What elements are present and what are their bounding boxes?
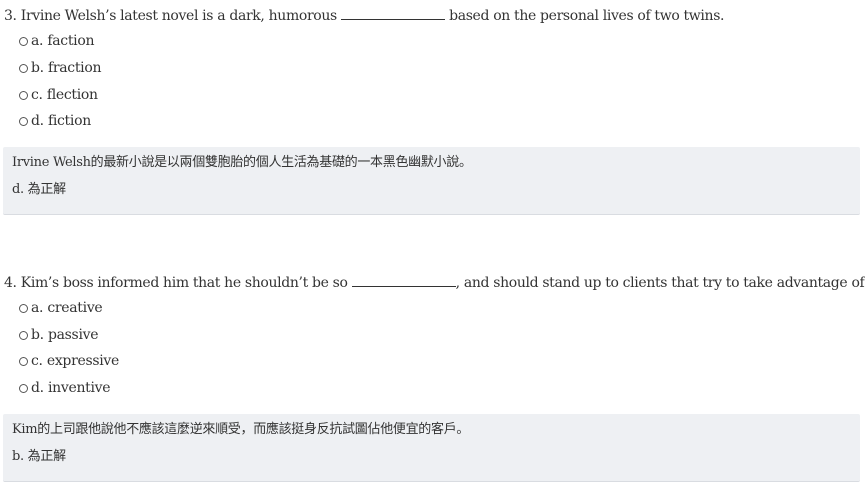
stem-before: 3. Irvine Welsh’s latest novel is a dark… [4,8,337,24]
stem-after: based on the personal lives of two twins… [449,8,725,24]
option-label: b. fraction [31,60,102,76]
stem-before: 4. Kim’s boss informed him that he shoul… [4,275,348,291]
question-stem: 4. Kim’s boss informed him that he shoul… [4,273,865,292]
option-d[interactable]: d. fiction [19,112,91,130]
radio-button[interactable] [19,303,28,313]
radio-button[interactable] [19,36,28,46]
explanation-text: Irvine Welsh的最新小說是以兩個雙胞胎的個人生活為基礎的一本黑色幽默小… [12,155,472,170]
question-stem: 3. Irvine Welsh’s latest novel is a dark… [4,6,724,25]
answer-blank [351,273,456,287]
option-label: d. fiction [31,113,91,129]
stem-after: , and should stand up to clients that tr… [455,275,865,291]
radio-button[interactable] [19,356,28,366]
option-label: a. creative [31,300,103,316]
option-label: c. expressive [31,353,120,369]
explanation-box: Kim的上司跟他說他不應該這麼逆來順受，而應該挺身反抗試圖佔他便宜的客戶。 b.… [3,414,860,482]
option-d[interactable]: d. inventive [19,379,111,397]
radio-button[interactable] [19,63,28,73]
explanation-text: Kim的上司跟他說他不應該這麼逆來順受，而應該挺身反抗試圖佔他便宜的客戶。 [12,422,470,437]
radio-button[interactable] [19,90,28,100]
option-b[interactable]: b. fraction [19,59,101,77]
option-label: c. flection [31,87,98,103]
option-label: d. inventive [31,380,111,396]
correct-answer: d. 為正解 [12,182,66,197]
option-label: b. passive [31,327,99,343]
option-a[interactable]: a. creative [19,299,103,317]
explanation-box: Irvine Welsh的最新小說是以兩個雙胞胎的個人生活為基礎的一本黑色幽默小… [3,147,860,215]
option-a[interactable]: a. faction [19,32,94,50]
radio-button[interactable] [19,330,28,340]
radio-button[interactable] [19,383,28,393]
option-label: a. faction [31,33,95,49]
option-c[interactable]: c. expressive [19,352,119,370]
option-c[interactable]: c. flection [19,86,98,104]
option-b[interactable]: b. passive [19,326,99,344]
radio-button[interactable] [19,116,28,126]
correct-answer: b. 為正解 [12,449,66,464]
answer-blank [341,6,445,20]
